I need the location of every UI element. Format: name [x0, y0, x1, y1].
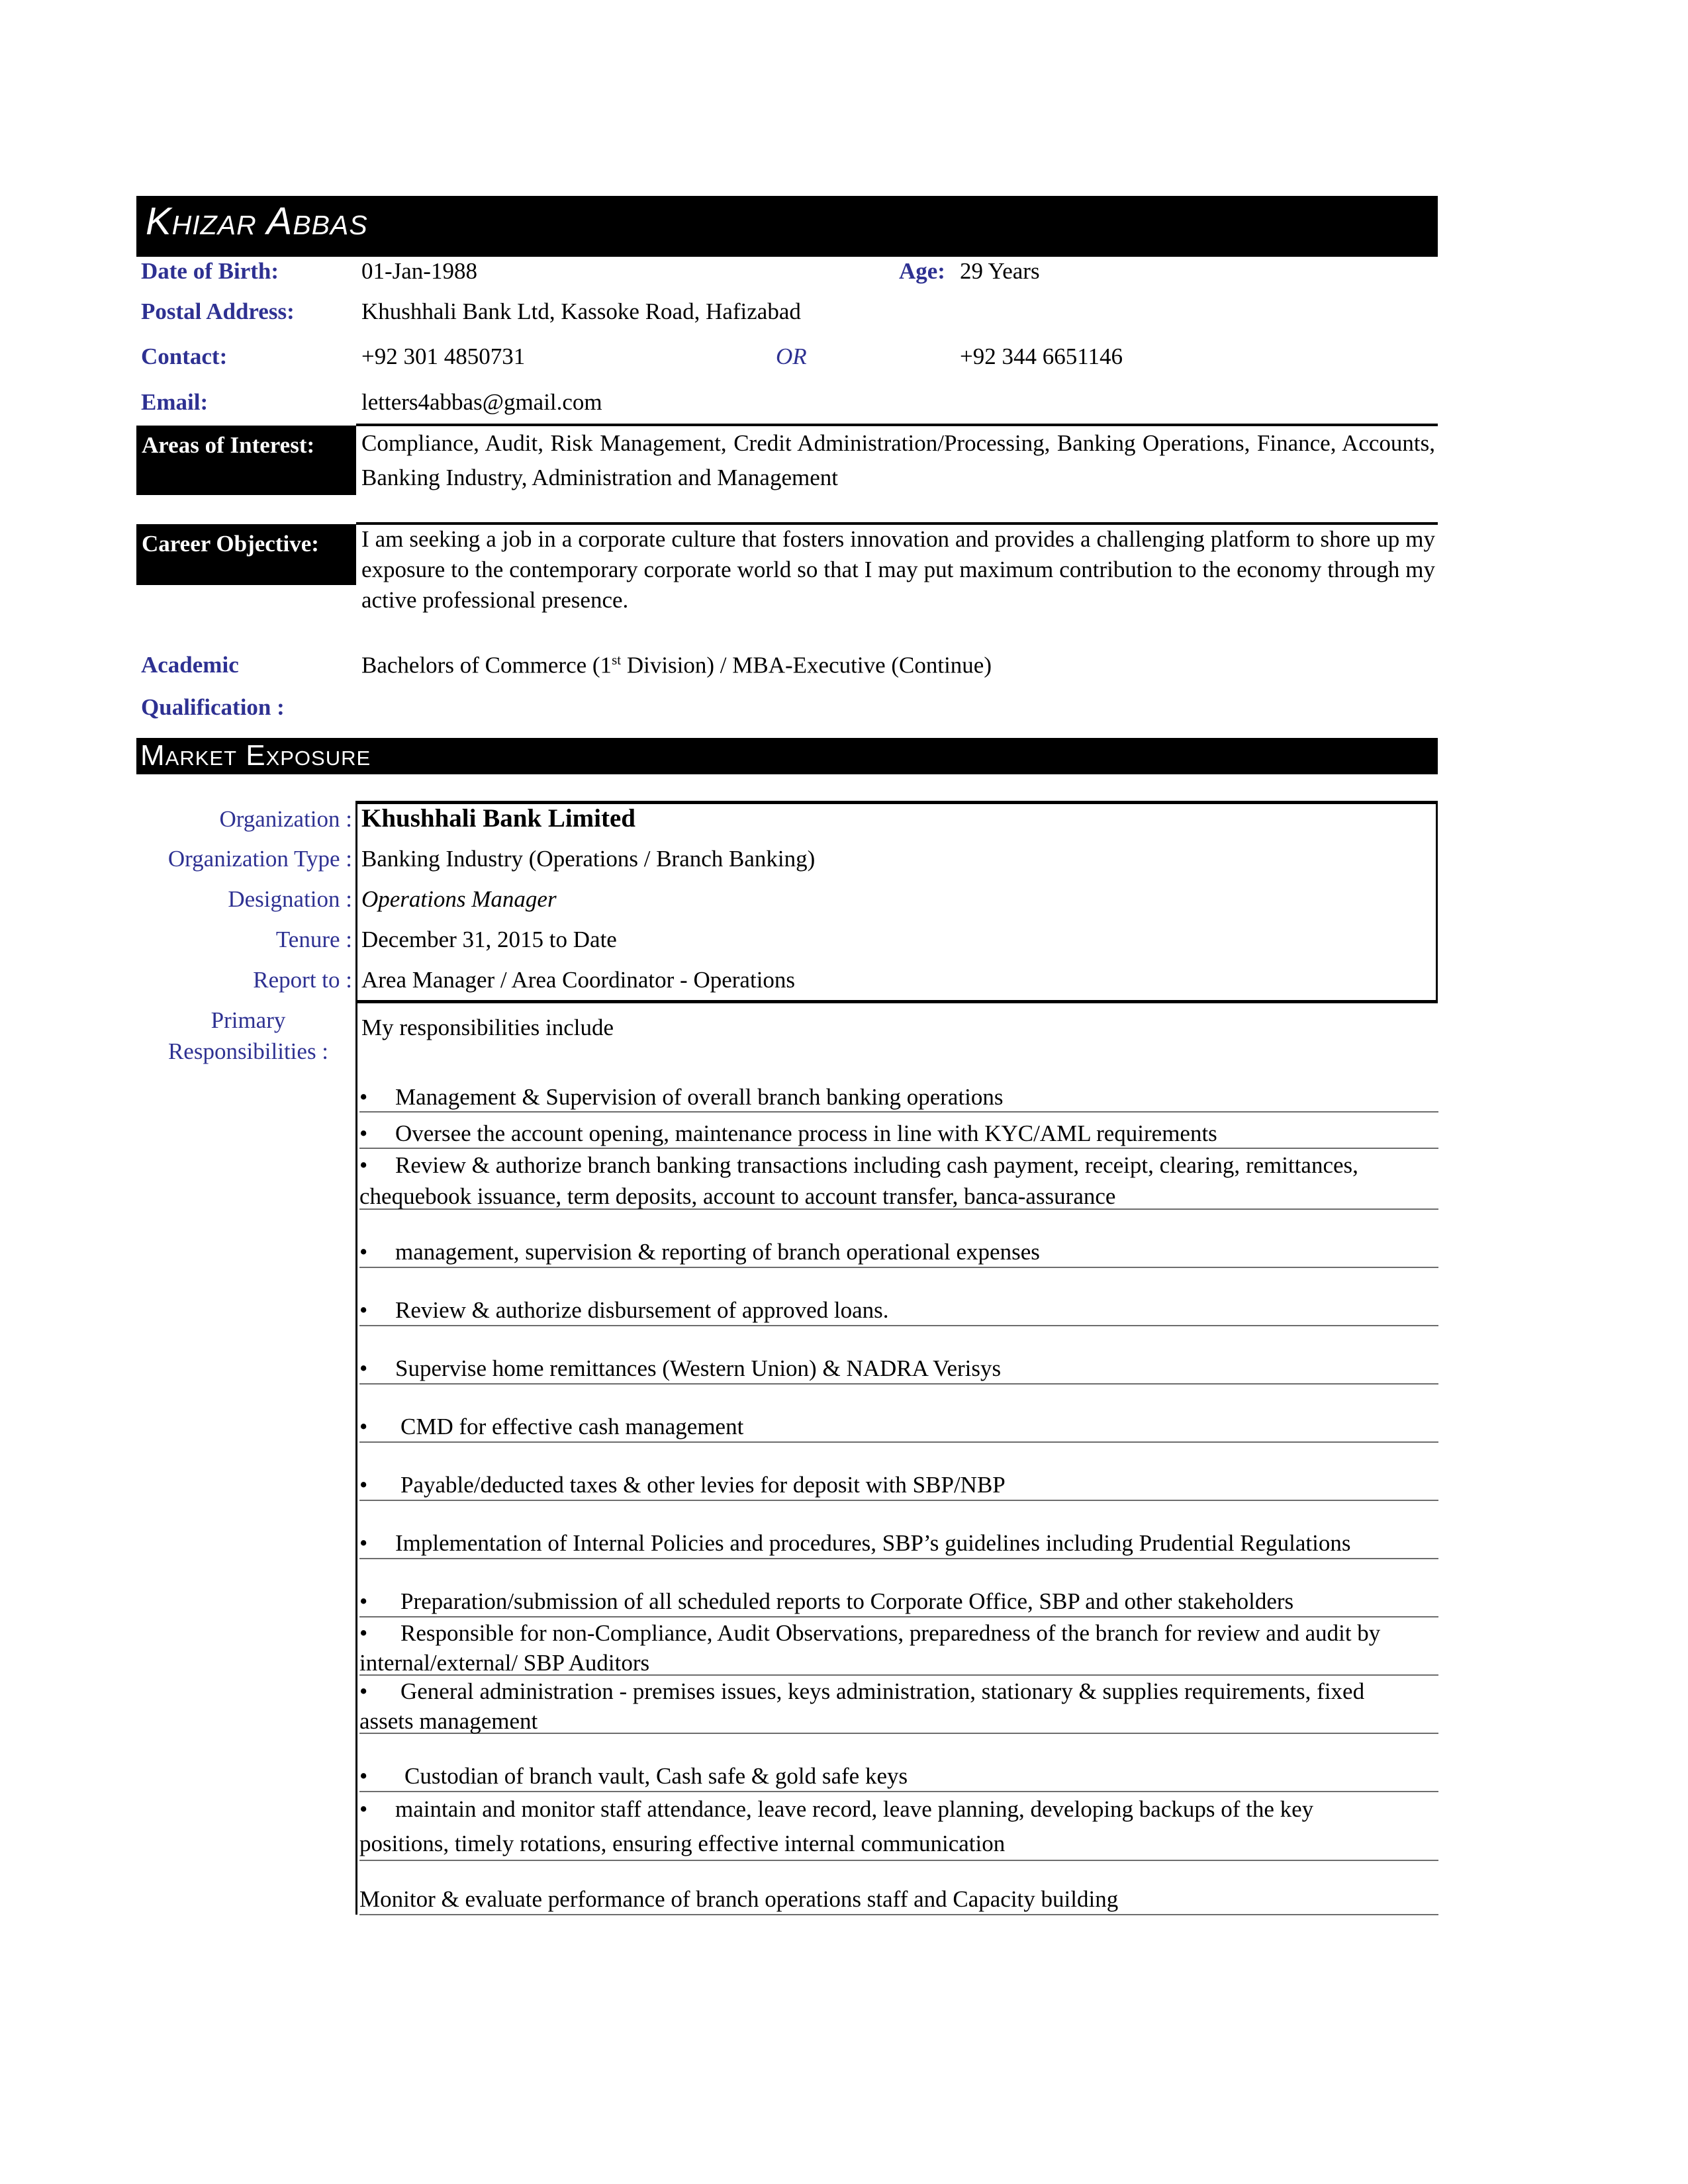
designation-label: Designation :	[228, 886, 352, 912]
responsibility-item: • management, supervision & reporting of …	[359, 1210, 1438, 1268]
bullet-icon: •	[359, 1472, 368, 1498]
designation-value: Operations Manager	[361, 886, 557, 912]
responsibility-text: management, supervision & reporting of b…	[395, 1239, 1040, 1265]
responsibility-text: Responsible for non-Compliance, Audit Ob…	[400, 1620, 1381, 1646]
responsibilities-left-border	[355, 1003, 357, 1915]
career-objective-text: I am seeking a job in a corporate cultur…	[361, 526, 1435, 613]
dob-value: 01-Jan-1988	[361, 258, 477, 284]
contact-primary: +92 301 4850731	[361, 343, 526, 369]
responsibilities-label: Primary Responsibilities :	[146, 1005, 351, 1067]
areas-of-interest-text: Compliance, Audit, Risk Management, Cred…	[361, 430, 1435, 490]
academic-superscript: st	[612, 652, 622, 668]
responsibility-text: Implementation of Internal Policies and …	[395, 1530, 1351, 1556]
bullet-icon: •	[359, 1763, 368, 1789]
contact-or: OR	[776, 343, 807, 369]
responsibility-item: • Supervise home remittances (Western Uni…	[359, 1326, 1438, 1385]
contact-label: Contact:	[141, 343, 228, 369]
bullet-icon: •	[359, 1796, 368, 1822]
responsibility-text: CMD for effective cash management	[400, 1414, 744, 1439]
responsibility-text: Preparation/submission of all scheduled …	[400, 1588, 1294, 1614]
bullet-icon: •	[359, 1084, 368, 1110]
academic-value: Bachelors of Commerce (1st Division) / M…	[361, 652, 992, 679]
bullet-icon: •	[359, 1152, 368, 1178]
responsibility-item: Monitor & evaluate performance of branch…	[359, 1861, 1438, 1915]
responsibility-item: • Oversee the account opening, maintenanc…	[359, 1118, 1438, 1149]
responsibility-text: maintain and monitor staff attendance, l…	[395, 1796, 1314, 1822]
tenure-label: Tenure :	[275, 927, 352, 952]
academic-label-line1: Academic	[141, 652, 239, 678]
responsibility-text: Supervise home remittances (Western Unio…	[395, 1355, 1002, 1381]
responsibility-text: Management & Supervision of overall bran…	[395, 1084, 1004, 1110]
org-type-value: Banking Industry (Operations / Branch Ba…	[361, 846, 816, 872]
bullet-icon: •	[359, 1414, 368, 1439]
responsibility-text-continued: positions, timely rotations, ensuring ef…	[359, 1831, 1006, 1856]
responsibility-item: • CMD for effective cash management	[359, 1385, 1438, 1443]
responsibility-text-continued: assets management	[359, 1708, 538, 1734]
responsibilities-intro: My responsibilities include	[361, 1015, 614, 1040]
postal-address-label: Postal Address:	[141, 298, 295, 324]
academic-text-before: Bachelors of Commerce (1	[361, 652, 612, 678]
responsibility-text-continued: internal/external/ SBP Auditors	[359, 1650, 650, 1676]
responsibility-item: • Custodian of branch vault, Cash safe & …	[359, 1734, 1438, 1792]
responsibility-text: Monitor & evaluate performance of branch…	[359, 1886, 1119, 1912]
candidate-name: Khizar Abbas	[146, 200, 368, 243]
academic-label-line2: Qualification :	[141, 694, 285, 720]
responsibility-text: Review & authorize branch banking transa…	[395, 1152, 1358, 1178]
responsibility-item: • Payable/deducted taxes & other levies f…	[359, 1443, 1438, 1501]
responsibility-item: • Responsible for non-Compliance, Audit O…	[359, 1617, 1438, 1676]
areas-of-interest-label: Areas of Interest:	[136, 426, 356, 495]
bullet-icon: •	[359, 1678, 368, 1704]
responsibility-text: Custodian of branch vault, Cash safe & g…	[404, 1763, 908, 1789]
bullet-icon: •	[359, 1588, 368, 1614]
org-type-label: Organization Type :	[167, 846, 352, 872]
dob-label: Date of Birth:	[141, 258, 279, 284]
bullet-icon: •	[359, 1120, 368, 1146]
tenure-value: December 31, 2015 to Date	[361, 927, 617, 952]
responsibility-item: • Management & Supervision of overall bra…	[359, 1081, 1438, 1113]
bullet-icon: •	[359, 1530, 368, 1556]
career-objective-label: Career Objective:	[136, 524, 356, 585]
email-value[interactable]: letters4abbas@gmail.com	[361, 389, 602, 416]
responsibility-item: • Preparation/submission of all scheduled…	[359, 1559, 1438, 1617]
responsibility-item: • Implementation of Internal Policies and…	[359, 1501, 1438, 1559]
report-to-value: Area Manager / Area Coordinator - Operat…	[361, 967, 796, 993]
bullet-icon: •	[359, 1239, 368, 1265]
report-to-label: Report to :	[253, 967, 352, 993]
responsibilities-label-line2: Responsibilities :	[167, 1038, 329, 1064]
contact-secondary: +92 344 6651146	[960, 343, 1123, 369]
responsibility-item: • General administration - premises issue…	[359, 1676, 1438, 1734]
postal-address-value: Khushhali Bank Ltd, Kassoke Road, Hafiza…	[361, 298, 801, 324]
responsibility-text: Payable/deducted taxes & other levies fo…	[400, 1472, 1006, 1498]
bullet-icon: •	[359, 1355, 368, 1381]
bullet-icon: •	[359, 1620, 368, 1646]
age-label: Age:	[899, 258, 945, 284]
responsibility-item: • Review & authorize branch banking trans…	[359, 1150, 1438, 1210]
organization-label: Organization :	[219, 806, 352, 832]
market-exposure-title: Market Exposure	[140, 739, 371, 772]
responsibility-text: General administration - premises issues…	[400, 1678, 1365, 1704]
email-label: Email:	[141, 389, 209, 415]
responsibility-item: • maintain and monitor staff attendance, …	[359, 1792, 1438, 1861]
academic-label: Academic Qualification :	[141, 644, 285, 729]
bullet-icon: •	[359, 1297, 368, 1323]
responsibility-text: Oversee the account opening, maintenance…	[395, 1120, 1217, 1146]
responsibility-text-continued: chequebook issuance, term deposits, acco…	[359, 1183, 1116, 1209]
responsibility-item: • Review & authorize disbursement of appr…	[359, 1268, 1438, 1326]
age-value: 29 Years	[960, 258, 1040, 284]
organization-value: Khushhali Bank Limited	[361, 804, 635, 833]
responsibilities-label-line1: Primary	[211, 1007, 286, 1033]
academic-text-after: Division) / MBA-Executive (Continue)	[621, 652, 992, 678]
responsibility-text: Review & authorize disbursement of appro…	[395, 1297, 889, 1323]
